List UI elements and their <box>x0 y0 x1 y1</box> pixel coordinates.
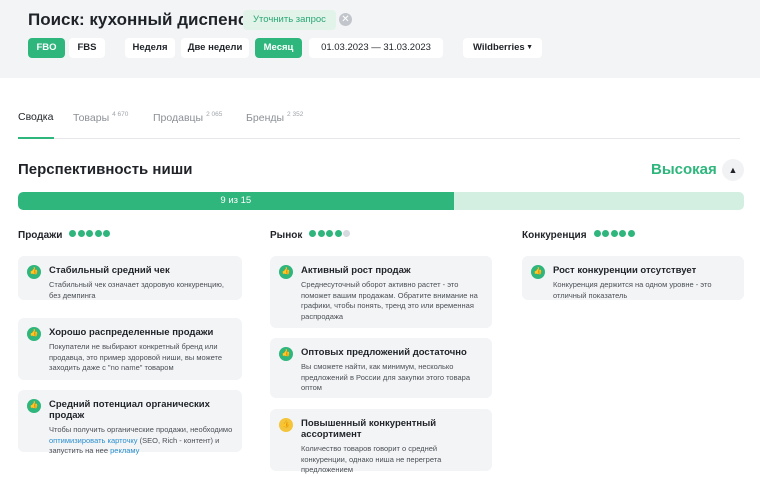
tab-label: Бренды <box>246 112 285 124</box>
rating-dot <box>69 230 77 237</box>
niche-score-label: 9 из 15 <box>220 195 252 206</box>
insight-card: 👍 Средний потенциал органических продаж Чт… <box>18 390 242 455</box>
advertising-link[interactable]: рекламу <box>110 446 139 455</box>
insight-card-title: Хорошо распределенные продажи <box>49 327 214 338</box>
rating-dot <box>77 230 85 237</box>
period-two-weeks-button[interactable]: Две недели <box>181 38 249 58</box>
fbo-toggle[interactable]: FBO <box>28 38 65 58</box>
column-title: Рынок <box>270 230 303 241</box>
rating-dot <box>309 230 317 237</box>
insight-card-text: Конкуренция держится на одном уровне - э… <box>553 280 712 300</box>
niche-progress-bar: 9 из 15 <box>18 192 744 210</box>
rating-dot <box>94 230 102 237</box>
close-circle-icon[interactable]: ✕ <box>339 13 352 26</box>
date-range-picker[interactable]: 01.03.2023 — 31.03.2023 <box>309 38 443 58</box>
niche-level: Высокая <box>651 161 717 178</box>
period-month-button[interactable]: Месяц <box>255 38 302 58</box>
rating-dot <box>627 230 635 237</box>
rating-dot <box>326 230 334 237</box>
insight-card: 👍 Оптовых предложений достаточно Вы сможет… <box>270 338 492 398</box>
tab-label: Продавцы <box>153 112 204 124</box>
optimize-card-link[interactable]: оптимизировать карточку <box>49 436 138 445</box>
thumbs-up-icon: 👍 <box>27 399 41 413</box>
period-week-button[interactable]: Неделя <box>125 38 175 58</box>
rating-dot <box>334 230 342 237</box>
insight-card-text: Покупатели не выбирают конкретный бренд … <box>49 342 223 372</box>
fbs-toggle[interactable]: FBS <box>69 38 105 58</box>
rating-dot <box>86 230 94 237</box>
rating-dot <box>103 230 111 237</box>
refine-query-button[interactable]: Уточнить запрос <box>243 10 336 30</box>
chevron-down-icon: ▼ <box>526 44 533 51</box>
column-heading-market: Рынок <box>270 229 352 241</box>
tab-count: 4 670 <box>112 111 129 118</box>
rating-dot <box>317 230 325 237</box>
insight-card-text: Вы сможете найти, как минимум, несколько… <box>301 362 471 392</box>
thumbs-up-icon: 👍 <box>279 265 293 279</box>
thumbs-up-icon: 👍 <box>27 265 41 279</box>
rating-dot <box>610 230 618 237</box>
insight-card-title: Рост конкуренции отсутствует <box>553 265 697 276</box>
insight-card: 👍 Хорошо распределенные продажи Покупатели… <box>18 318 242 380</box>
tab-count: 2 065 <box>206 111 223 118</box>
insight-text-part: Чтобы получить органические продажи, нео… <box>49 425 233 434</box>
thumbs-up-icon: 👍 <box>531 265 545 279</box>
insight-card-title: Средний потенциал органических продаж <box>49 399 210 421</box>
tab-count: 2 352 <box>287 111 304 118</box>
tab-sellers[interactable]: Продавцы 2 065 <box>153 111 222 124</box>
insight-card: 👍 Повышенный конкурентный ассортимент Коли… <box>270 409 492 474</box>
insight-card-text: Стабильный чек означает здоровую конкуре… <box>49 280 224 300</box>
insight-card: 👍 Рост конкуренции отсутствует Конкуренция… <box>522 256 744 300</box>
page-title: Поиск: кухонный диспенсер <box>28 10 268 29</box>
column-heading-sales: Продажи <box>18 229 112 241</box>
insight-card-title: Активный рост продаж <box>301 265 411 276</box>
niche-title: Перспективность ниши <box>18 161 193 178</box>
tab-products[interactable]: Товары 4 670 <box>73 111 128 124</box>
rating-dot <box>619 230 627 237</box>
rating-dots <box>309 229 352 240</box>
insight-card-title: Стабильный средний чек <box>49 265 170 276</box>
tab-bar: Сводка Товары 4 670 Продавцы 2 065 Бренды 2… <box>18 111 740 139</box>
thumbs-up-icon: 👍 <box>27 327 41 341</box>
insight-card-title: Повышенный конкурентный ассортимент <box>301 418 437 440</box>
rating-dots <box>69 229 112 240</box>
tab-summary[interactable]: Сводка <box>18 111 53 123</box>
chevron-up-icon[interactable]: ▲ <box>722 159 744 181</box>
column-heading-competition: Конкуренция <box>522 229 636 241</box>
insight-card-title: Оптовых предложений достаточно <box>301 347 467 358</box>
insight-card-text: Количество товаров говорит о средней кон… <box>301 444 442 474</box>
tab-label: Сводка <box>18 111 54 123</box>
rating-dot <box>593 230 601 237</box>
marketplace-select[interactable]: Wildberries ▼ <box>463 38 542 58</box>
rating-dot <box>343 230 351 237</box>
insight-card-text: Чтобы получить органические продажи, нео… <box>49 425 234 457</box>
marketplace-value: Wildberries <box>473 42 525 53</box>
rating-dot <box>602 230 610 237</box>
insight-card: 👍 Активный рост продаж Среднесуточный обор… <box>270 256 492 328</box>
rating-dots <box>593 229 637 240</box>
header-bar: Поиск: кухонный диспенсер Уточнить запро… <box>0 0 760 78</box>
tab-label: Товары <box>73 112 110 124</box>
insight-card-text: Среднесуточный оборот активно растет - э… <box>301 280 478 321</box>
thumbs-up-icon: 👍 <box>279 347 293 361</box>
active-tab-indicator <box>18 137 54 139</box>
column-title: Конкуренция <box>522 230 587 241</box>
tab-brands[interactable]: Бренды 2 352 <box>246 111 303 124</box>
column-title: Продажи <box>18 230 63 241</box>
thumbs-up-icon: 👍 <box>279 418 293 432</box>
insight-card: 👍 Стабильный средний чек Стабильный чек оз… <box>18 256 242 300</box>
